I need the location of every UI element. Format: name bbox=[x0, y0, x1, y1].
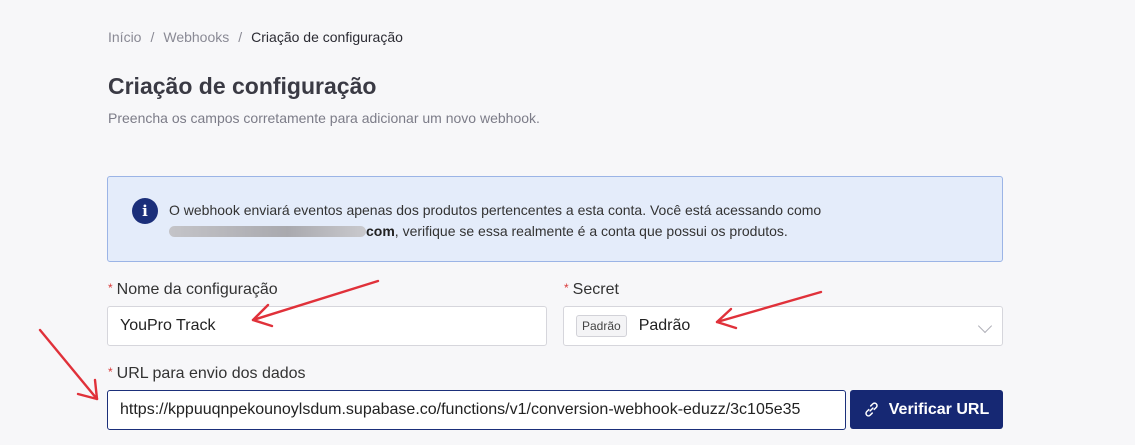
page-subtitle: Preencha os campos corretamente para adi… bbox=[108, 110, 540, 126]
annotation-arrow-url bbox=[38, 328, 99, 401]
info-text-line2: com , verifique se essa realmente é a co… bbox=[169, 223, 788, 239]
breadcrumb-home[interactable]: Início bbox=[108, 29, 141, 45]
url-input[interactable]: https://kppuuqnpekounoylsdum.supabase.co… bbox=[107, 390, 846, 430]
required-mark: * bbox=[108, 365, 113, 379]
breadcrumb-webhooks[interactable]: Webhooks bbox=[163, 29, 229, 45]
info-icon: i bbox=[132, 198, 158, 224]
verify-url-button[interactable]: Verificar URL bbox=[850, 390, 1003, 429]
info-alert: i O webhook enviará eventos apenas dos p… bbox=[107, 176, 1003, 262]
redacted-email bbox=[169, 225, 366, 237]
secret-label: * Secret bbox=[564, 281, 619, 299]
breadcrumb-separator: / bbox=[150, 29, 155, 45]
name-label-text: Nome da configuração bbox=[116, 281, 278, 298]
breadcrumb-separator: / bbox=[238, 29, 243, 45]
verify-url-label: Verificar URL bbox=[888, 400, 990, 418]
url-input-value: https://kppuuqnpekounoylsdum.supabase.co… bbox=[120, 401, 801, 418]
secret-select[interactable]: Padrão Padrão bbox=[563, 306, 1003, 346]
required-mark: * bbox=[108, 281, 113, 295]
breadcrumb: Início / Webhooks / Criação de configura… bbox=[108, 29, 403, 45]
name-input[interactable]: YouPro Track bbox=[107, 306, 547, 346]
link-plug-icon bbox=[865, 402, 878, 417]
info-text-line1: O webhook enviará eventos apenas dos pro… bbox=[169, 202, 822, 218]
secret-tag: Padrão bbox=[576, 315, 627, 337]
chevron-down-icon bbox=[977, 318, 993, 334]
required-mark: * bbox=[564, 281, 569, 295]
page-title: Criação de configuração bbox=[108, 73, 377, 99]
email-suffix: com bbox=[366, 223, 395, 239]
secret-select-value: Padrão bbox=[638, 317, 691, 334]
name-label: * Nome da configuração bbox=[108, 281, 278, 299]
url-label: * URL para envio dos dados bbox=[108, 365, 306, 383]
name-input-value: YouPro Track bbox=[120, 317, 216, 334]
secret-label-text: Secret bbox=[572, 281, 619, 298]
breadcrumb-current: Criação de configuração bbox=[251, 29, 403, 45]
url-label-text: URL para envio dos dados bbox=[116, 365, 306, 382]
info-text-rest: , verifique se essa realmente é a conta … bbox=[394, 223, 788, 239]
